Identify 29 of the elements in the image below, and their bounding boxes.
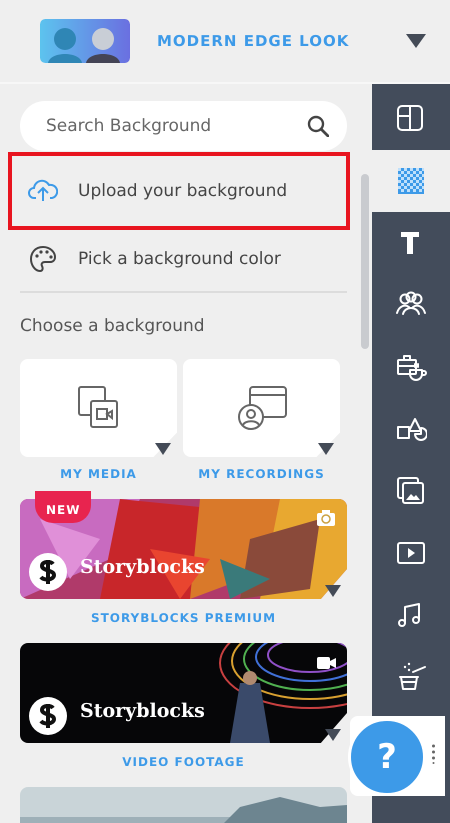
caret-icon[interactable] — [406, 34, 426, 48]
card-label: STORYBLOCKS PREMIUM — [90, 611, 276, 625]
tile-label: MY MEDIA — [60, 467, 137, 481]
camera-icon — [316, 509, 337, 527]
new-badge: NEW — [35, 491, 92, 523]
card-label: VIDEO FOOTAGE — [122, 755, 245, 769]
menu-item[interactable]: Upload your background — [8, 152, 350, 230]
checkerboard-icon — [395, 165, 427, 197]
tile-card[interactable] — [20, 359, 177, 457]
caret-icon[interactable] — [325, 585, 341, 597]
section-heading: Choose a background — [20, 315, 206, 338]
logo-icon — [28, 552, 68, 592]
search-field[interactable]: Search Background — [20, 101, 347, 151]
avatar-icon — [40, 19, 130, 63]
brand-name: Storyblocks — [80, 556, 205, 578]
scrollbar[interactable] — [361, 174, 369, 349]
brand-name: Storyblocks — [80, 700, 205, 722]
logo-icon — [28, 696, 68, 736]
menu-item[interactable]: Pick a background color — [8, 230, 350, 287]
more-icon[interactable] — [432, 744, 435, 764]
search-icon[interactable] — [307, 115, 329, 137]
title: MODERN EDGE LOOK — [157, 32, 350, 50]
tile-label: MY RECORDINGS — [198, 467, 325, 481]
tile-card[interactable] — [183, 359, 340, 457]
palette-icon — [28, 244, 58, 274]
caret-icon[interactable] — [325, 729, 341, 741]
caret-icon[interactable] — [155, 443, 171, 455]
images-icon — [395, 475, 427, 507]
caret-icon[interactable] — [318, 443, 334, 455]
